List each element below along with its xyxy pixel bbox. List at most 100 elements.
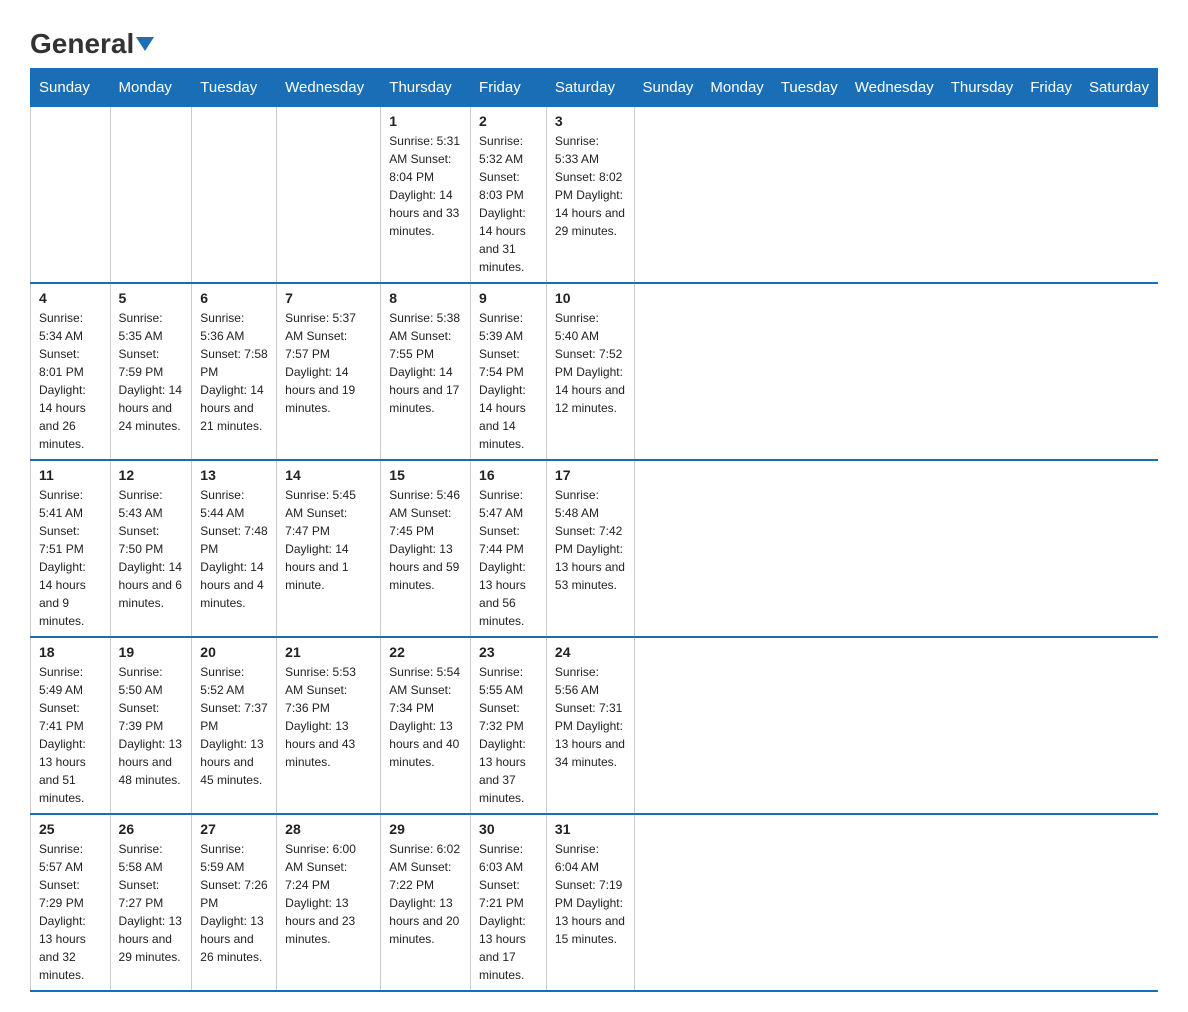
- day-number: 4: [39, 290, 102, 306]
- day-info: Sunrise: 5:53 AM Sunset: 7:36 PM Dayligh…: [285, 663, 372, 771]
- calendar-cell: 28Sunrise: 6:00 AM Sunset: 7:24 PM Dayli…: [277, 814, 381, 991]
- day-number: 30: [479, 821, 538, 837]
- day-number: 6: [200, 290, 268, 306]
- calendar-cell: 14Sunrise: 5:45 AM Sunset: 7:47 PM Dayli…: [277, 460, 381, 637]
- day-number: 21: [285, 644, 372, 660]
- day-info: Sunrise: 5:35 AM Sunset: 7:59 PM Dayligh…: [119, 309, 184, 435]
- day-number: 24: [555, 644, 626, 660]
- day-number: 10: [555, 290, 626, 306]
- calendar-cell: 4 Sunrise: 5:34 AM Sunset: 8:01 PM Daylig…: [31, 283, 111, 460]
- calendar-cell: 8 Sunrise: 5:38 AM Sunset: 7:55 PM Daylig…: [381, 283, 471, 460]
- column-header-saturday: Saturday: [1080, 69, 1157, 107]
- calendar-week-row: 25 Sunrise: 5:57 AM Sunset: 7:29 PM Dayli…: [31, 814, 1158, 991]
- day-info: Sunrise: 5:32 AM Sunset: 8:03 PM Dayligh…: [479, 132, 538, 276]
- day-number: 16: [479, 467, 538, 483]
- day-info: Sunrise: 5:44 AM Sunset: 7:48 PM Dayligh…: [200, 486, 268, 612]
- logo-triangle-icon: [136, 37, 154, 51]
- day-info: Sunrise: 5:55 AM Sunset: 7:32 PM Dayligh…: [479, 663, 538, 807]
- calendar-header-row: SundayMondayTuesdayWednesdayThursdayFrid…: [31, 69, 1158, 107]
- calendar-cell: [192, 107, 277, 284]
- day-number: 22: [389, 644, 462, 660]
- day-info: Sunrise: 5:50 AM Sunset: 7:39 PM Dayligh…: [119, 663, 184, 789]
- column-header-friday: Friday: [1022, 69, 1081, 107]
- day-info: Sunrise: 6:03 AM Sunset: 7:21 PM Dayligh…: [479, 840, 538, 984]
- calendar-cell: 20 Sunrise: 5:52 AM Sunset: 7:37 PM Dayli…: [192, 637, 277, 814]
- calendar-cell: 10Sunrise: 5:40 AM Sunset: 7:52 PM Dayli…: [546, 283, 634, 460]
- day-number: 31: [555, 821, 626, 837]
- day-number: 14: [285, 467, 372, 483]
- day-number: 26: [119, 821, 184, 837]
- day-number: 20: [200, 644, 268, 660]
- calendar-cell: 26 Sunrise: 5:58 AM Sunset: 7:27 PM Dayli…: [110, 814, 192, 991]
- column-header-monday: Monday: [702, 69, 772, 107]
- calendar-cell: [277, 107, 381, 284]
- column-header-thursday: Thursday: [381, 69, 471, 107]
- day-number: 13: [200, 467, 268, 483]
- day-info: Sunrise: 5:34 AM Sunset: 8:01 PM Dayligh…: [39, 309, 102, 453]
- calendar-cell: 24Sunrise: 5:56 AM Sunset: 7:31 PM Dayli…: [546, 637, 634, 814]
- day-number: 27: [200, 821, 268, 837]
- header-area: General: [30, 20, 1158, 58]
- column-header-wednesday: Wednesday: [277, 69, 381, 107]
- day-info: Sunrise: 5:52 AM Sunset: 7:37 PM Dayligh…: [200, 663, 268, 789]
- day-number: 5: [119, 290, 184, 306]
- day-info: Sunrise: 6:04 AM Sunset: 7:19 PM Dayligh…: [555, 840, 626, 948]
- day-info: Sunrise: 5:59 AM Sunset: 7:26 PM Dayligh…: [200, 840, 268, 966]
- calendar-week-row: 1Sunrise: 5:31 AM Sunset: 8:04 PM Daylig…: [31, 107, 1158, 284]
- day-info: Sunrise: 6:02 AM Sunset: 7:22 PM Dayligh…: [389, 840, 462, 948]
- calendar-cell: 31 Sunrise: 6:04 AM Sunset: 7:19 PM Dayli…: [546, 814, 634, 991]
- day-number: 29: [389, 821, 462, 837]
- day-info: Sunrise: 5:33 AM Sunset: 8:02 PM Dayligh…: [555, 132, 626, 240]
- day-number: 19: [119, 644, 184, 660]
- day-info: Sunrise: 5:36 AM Sunset: 7:58 PM Dayligh…: [200, 309, 268, 435]
- calendar-cell: 9 Sunrise: 5:39 AM Sunset: 7:54 PM Daylig…: [471, 283, 547, 460]
- day-number: 9: [479, 290, 538, 306]
- day-info: Sunrise: 5:38 AM Sunset: 7:55 PM Dayligh…: [389, 309, 462, 417]
- day-number: 11: [39, 467, 102, 483]
- day-number: 2: [479, 113, 538, 129]
- day-number: 25: [39, 821, 102, 837]
- column-header-tuesday: Tuesday: [192, 69, 277, 107]
- day-info: Sunrise: 5:31 AM Sunset: 8:04 PM Dayligh…: [389, 132, 462, 240]
- day-info: Sunrise: 5:48 AM Sunset: 7:42 PM Dayligh…: [555, 486, 626, 594]
- day-number: 7: [285, 290, 372, 306]
- day-number: 18: [39, 644, 102, 660]
- day-info: Sunrise: 5:46 AM Sunset: 7:45 PM Dayligh…: [389, 486, 462, 594]
- day-info: Sunrise: 5:58 AM Sunset: 7:27 PM Dayligh…: [119, 840, 184, 966]
- calendar-cell: 1Sunrise: 5:31 AM Sunset: 8:04 PM Daylig…: [381, 107, 471, 284]
- calendar-week-row: 11 Sunrise: 5:41 AM Sunset: 7:51 PM Dayli…: [31, 460, 1158, 637]
- calendar-cell: [31, 107, 111, 284]
- day-info: Sunrise: 6:00 AM Sunset: 7:24 PM Dayligh…: [285, 840, 372, 948]
- calendar-table: SundayMondayTuesdayWednesdayThursdayFrid…: [30, 68, 1158, 992]
- day-info: Sunrise: 5:39 AM Sunset: 7:54 PM Dayligh…: [479, 309, 538, 453]
- calendar-week-row: 4 Sunrise: 5:34 AM Sunset: 8:01 PM Daylig…: [31, 283, 1158, 460]
- column-header-sunday: Sunday: [634, 69, 702, 107]
- calendar-cell: 29 Sunrise: 6:02 AM Sunset: 7:22 PM Dayli…: [381, 814, 471, 991]
- logo: General: [30, 20, 154, 58]
- column-header-monday: Monday: [110, 69, 192, 107]
- calendar-cell: 23 Sunrise: 5:55 AM Sunset: 7:32 PM Dayli…: [471, 637, 547, 814]
- day-info: Sunrise: 5:57 AM Sunset: 7:29 PM Dayligh…: [39, 840, 102, 984]
- column-header-wednesday: Wednesday: [846, 69, 942, 107]
- calendar-cell: 15 Sunrise: 5:46 AM Sunset: 7:45 PM Dayli…: [381, 460, 471, 637]
- day-number: 12: [119, 467, 184, 483]
- calendar-cell: 25 Sunrise: 5:57 AM Sunset: 7:29 PM Dayli…: [31, 814, 111, 991]
- day-number: 8: [389, 290, 462, 306]
- calendar-cell: 3Sunrise: 5:33 AM Sunset: 8:02 PM Daylig…: [546, 107, 634, 284]
- day-info: Sunrise: 5:54 AM Sunset: 7:34 PM Dayligh…: [389, 663, 462, 771]
- calendar-cell: 27 Sunrise: 5:59 AM Sunset: 7:26 PM Dayli…: [192, 814, 277, 991]
- calendar-cell: 11 Sunrise: 5:41 AM Sunset: 7:51 PM Dayli…: [31, 460, 111, 637]
- column-header-tuesday: Tuesday: [772, 69, 846, 107]
- calendar-cell: 5 Sunrise: 5:35 AM Sunset: 7:59 PM Daylig…: [110, 283, 192, 460]
- column-header-saturday: Saturday: [546, 69, 634, 107]
- day-info: Sunrise: 5:41 AM Sunset: 7:51 PM Dayligh…: [39, 486, 102, 630]
- calendar-cell: 7 Sunrise: 5:37 AM Sunset: 7:57 PM Daylig…: [277, 283, 381, 460]
- column-header-sunday: Sunday: [31, 69, 111, 107]
- day-info: Sunrise: 5:37 AM Sunset: 7:57 PM Dayligh…: [285, 309, 372, 417]
- calendar-cell: 18Sunrise: 5:49 AM Sunset: 7:41 PM Dayli…: [31, 637, 111, 814]
- day-number: 23: [479, 644, 538, 660]
- day-number: 15: [389, 467, 462, 483]
- calendar-cell: 2 Sunrise: 5:32 AM Sunset: 8:03 PM Daylig…: [471, 107, 547, 284]
- day-number: 17: [555, 467, 626, 483]
- calendar-cell: 19 Sunrise: 5:50 AM Sunset: 7:39 PM Dayli…: [110, 637, 192, 814]
